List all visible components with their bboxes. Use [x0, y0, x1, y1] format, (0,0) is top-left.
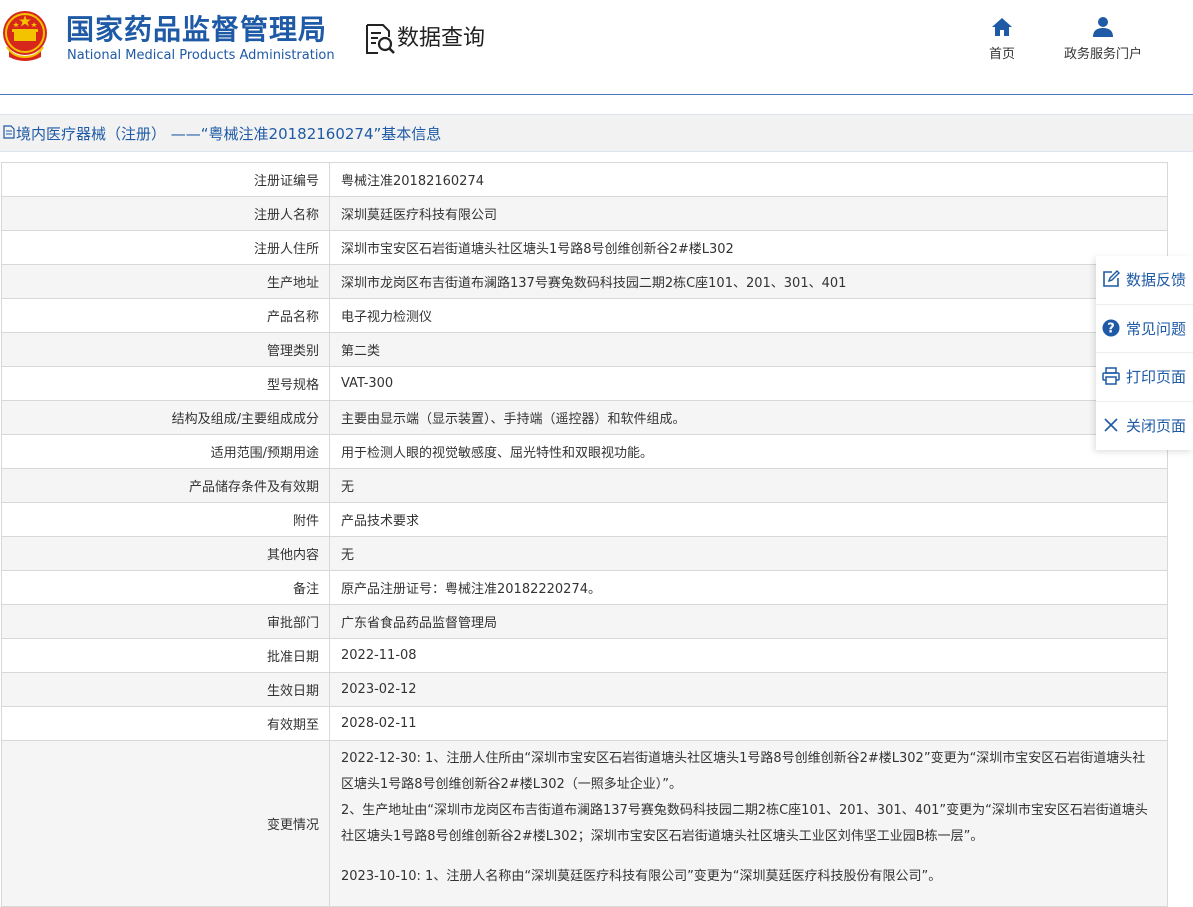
row-label: 注册证编号: [1, 162, 330, 197]
table-row: 结构及组成/主要组成成分 主要由显示端（显示装置）、手持端（遥控器）和软件组成。: [1, 400, 1168, 435]
row-label: 其他内容: [1, 536, 330, 571]
data-query-icon: [366, 24, 395, 54]
close-page-button[interactable]: 关闭页面: [1096, 401, 1193, 450]
row-label: 管理类别: [1, 332, 330, 367]
feedback-label: 数据反馈: [1126, 271, 1187, 289]
row-value: 无: [329, 468, 1168, 503]
record-detail-table: 注册证编号 粤械注准20182160274 注册人名称 深圳莫廷医疗科技有限公司 注…: [1, 162, 1168, 907]
table-row: 注册人名称 深圳莫廷医疗科技有限公司: [1, 196, 1168, 231]
row-label: 有效期至: [1, 706, 330, 741]
org-name-en: National Medical Products Administration: [67, 48, 335, 63]
question-icon: ?: [1102, 319, 1120, 337]
table-row: 备注 原产品注册证号：粤械注准20182220274。: [1, 570, 1168, 605]
table-row: 型号规格 VAT-300: [1, 366, 1168, 401]
row-label: 产品储存条件及有效期: [1, 468, 330, 503]
nav-home-link[interactable]: 首页: [982, 16, 1022, 62]
table-row: 批准日期 2022-11-08: [1, 638, 1168, 673]
table-row-changes: 变更情况 2022-12-30: 1、注册人住所由“深圳市宝安区石岩街道塘头社区…: [1, 740, 1168, 907]
row-label: 注册人名称: [1, 196, 330, 231]
feedback-button[interactable]: 数据反馈: [1096, 256, 1193, 304]
table-row: 有效期至 2028-02-11: [1, 706, 1168, 741]
row-value: 深圳市龙岗区布吉街道布澜路137号赛兔数码科技园二期2栋C座101、201、30…: [329, 264, 1168, 299]
nav-portal-label: 政务服务门户: [1063, 47, 1142, 62]
table-row: 注册人住所 深圳市宝安区石岩街道塘头社区塘头1号路8号创维创新谷2#楼L302: [1, 230, 1168, 265]
row-label: 批准日期: [1, 638, 330, 673]
row-value: 深圳市宝安区石岩街道塘头社区塘头1号路8号创维创新谷2#楼L302: [329, 230, 1168, 265]
svg-text:?: ?: [1107, 322, 1115, 337]
row-value: 深圳莫廷医疗科技有限公司: [329, 196, 1168, 231]
table-row: 注册证编号 粤械注准20182160274: [1, 162, 1168, 197]
row-value: 无: [329, 536, 1168, 571]
row-value: 2028-02-11: [329, 706, 1168, 741]
nav-home-label: 首页: [988, 47, 1015, 62]
change-entry: 2022-12-30: 1、注册人住所由“深圳市宝安区石岩街道塘头社区塘头1号路…: [341, 751, 1146, 792]
row-label: 审批部门: [1, 604, 330, 639]
table-row: 适用范围/预期用途 用于检测人眼的视觉敏感度、屈光特性和双眼视功能。: [1, 434, 1168, 469]
edit-icon: [1103, 270, 1120, 287]
row-value: 电子视力检测仪: [329, 298, 1168, 333]
row-label: 附件: [1, 502, 330, 537]
nav-portal-link[interactable]: 政务服务门户: [1058, 16, 1148, 62]
table-row: 附件 产品技术要求: [1, 502, 1168, 537]
row-value: VAT-300: [329, 366, 1168, 401]
row-value: 主要由显示端（显示装置）、手持端（遥控器）和软件组成。: [329, 400, 1168, 435]
change-history: 2022-12-30: 1、注册人住所由“深圳市宝安区石岩街道塘头社区塘头1号路…: [329, 740, 1168, 907]
row-label: 生效日期: [1, 672, 330, 707]
row-label: 变更情况: [1, 740, 330, 907]
table-row: 审批部门 广东省食品药品监督管理局: [1, 604, 1168, 639]
row-label: 备注: [1, 570, 330, 605]
breadcrumb: 境内医疗器械（注册） ——“粤械注准20182160274”基本信息: [0, 114, 1193, 152]
faq-label: 常见问题: [1126, 320, 1187, 338]
breadcrumb-text: 境内医疗器械（注册） ——“粤械注准20182160274”基本信息: [16, 125, 442, 143]
change-entry: 2023-10-10: 1、注册人名称由“深圳莫廷医疗科技有限公司”变更为“深圳…: [341, 869, 942, 884]
site-header: 国家药品监督管理局 National Medical Products Admi…: [0, 0, 1193, 94]
national-emblem-icon: [3, 11, 47, 61]
row-label: 适用范围/预期用途: [1, 434, 330, 469]
table-row: 管理类别 第二类: [1, 332, 1168, 367]
table-row: 产品储存条件及有效期无: [1, 468, 1168, 503]
user-icon: [1093, 17, 1113, 37]
row-value: 2023-02-12: [329, 672, 1168, 707]
change-entry: 2、生产地址由“深圳市龙岗区布吉街道布澜路137号赛兔数码科技园二期2栋C座10…: [341, 803, 1148, 844]
table-row: 生产地址 深圳市龙岗区布吉街道布澜路137号赛兔数码科技园二期2栋C座101、20…: [1, 264, 1168, 299]
table-row: 生效日期 2023-02-12: [1, 672, 1168, 707]
row-value: 用于检测人眼的视觉敏感度、屈光特性和双眼视功能。: [329, 434, 1168, 469]
row-label: 产品名称: [1, 298, 330, 333]
row-label: 型号规格: [1, 366, 330, 401]
org-name-cn: 国家药品监督管理局: [66, 13, 328, 46]
row-value: 2022-11-08: [329, 638, 1168, 673]
print-button[interactable]: 打印页面: [1096, 352, 1193, 401]
row-value: 广东省食品药品监督管理局: [329, 604, 1168, 639]
home-icon: [992, 18, 1012, 36]
document-icon: [3, 125, 15, 139]
row-value: 产品技术要求: [329, 502, 1168, 537]
header-divider: [0, 94, 1193, 95]
section-title: 数据查询: [397, 26, 486, 51]
row-label: 结构及组成/主要组成成分: [1, 400, 330, 435]
side-toolbar: 数据反馈 ? 常见问题 打印页面 关闭页面: [1096, 256, 1193, 450]
print-label: 打印页面: [1126, 368, 1187, 386]
row-value: 原产品注册证号：粤械注准20182220274。: [329, 570, 1168, 605]
printer-icon: [1102, 367, 1120, 385]
close-page-label: 关闭页面: [1126, 417, 1187, 435]
row-value: 粤械注准20182160274: [329, 162, 1168, 197]
close-icon: [1104, 418, 1118, 432]
row-label: 生产地址: [1, 264, 330, 299]
table-row: 产品名称 电子视力检测仪: [1, 298, 1168, 333]
row-label: 注册人住所: [1, 230, 330, 265]
faq-button[interactable]: ? 常见问题: [1096, 304, 1193, 353]
row-value: 第二类: [329, 332, 1168, 367]
table-row: 其他内容无: [1, 536, 1168, 571]
